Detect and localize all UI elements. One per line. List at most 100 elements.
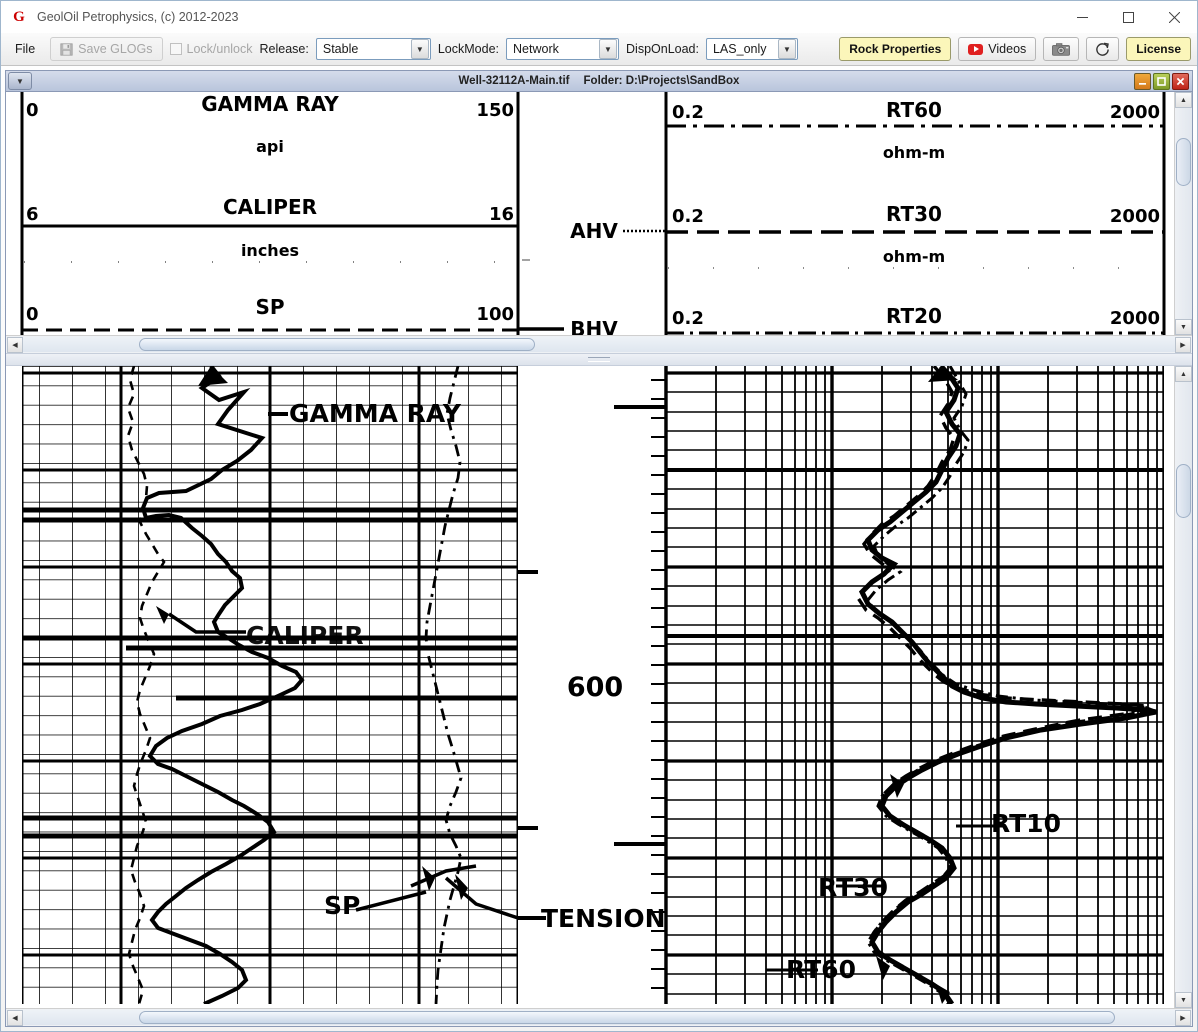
application-window: G GeolOil Petrophysics, (c) 2012-2023 Fi… xyxy=(0,0,1198,1032)
svg-text:ohm-m: ohm-m xyxy=(883,143,945,162)
window-title: GeolOil Petrophysics, (c) 2012-2023 xyxy=(37,10,239,24)
svg-text:2000: 2000 xyxy=(1110,308,1160,329)
annotation-rt60: RT60 xyxy=(786,955,856,984)
svg-text:AHV: AHV xyxy=(570,219,618,243)
scroll-track[interactable] xyxy=(1175,382,1192,992)
rock-properties-label: Rock Properties xyxy=(849,42,942,56)
lockmode-value: Network xyxy=(513,42,559,56)
scroll-thumb[interactable] xyxy=(139,1011,1115,1024)
scroll-right-button[interactable]: ▶ xyxy=(1175,336,1191,353)
svg-text:ohm-m: ohm-m xyxy=(883,247,945,266)
svg-text:0: 0 xyxy=(26,100,39,121)
release-label: Release: xyxy=(259,42,309,56)
scroll-thumb[interactable] xyxy=(1176,464,1191,518)
log-curve-graphic: GAMMA RAY CALIPER SP 600 TENSION RT10 RT… xyxy=(6,366,1169,1004)
screenshot-button[interactable] xyxy=(1043,37,1080,61)
annotation-rt10: RT10 xyxy=(991,809,1061,838)
mdi-body: 0 GAMMA RAY 150 api 6 CALIPER 16 inches … xyxy=(5,92,1193,1027)
annotation-tension: TENSION xyxy=(541,904,666,933)
svg-text:100: 100 xyxy=(476,304,514,325)
log-vertical-scrollbar[interactable]: ▲ ▼ xyxy=(1174,366,1192,1008)
svg-text:150: 150 xyxy=(476,100,514,121)
lock-unlock-label: Lock/unlock xyxy=(186,42,253,56)
svg-text:6: 6 xyxy=(26,204,39,225)
checkbox-box xyxy=(169,43,182,55)
release-dropdown[interactable]: Stable ▼ xyxy=(315,38,431,60)
svg-text:0.2: 0.2 xyxy=(672,308,704,329)
svg-text:RT30: RT30 xyxy=(886,202,942,226)
header-vertical-scrollbar[interactable]: ▲ ▼ xyxy=(1174,92,1192,335)
save-glogs-button[interactable]: Save GLOGs xyxy=(50,37,163,61)
log-curve-canvas[interactable]: GAMMA RAY CALIPER SP 600 TENSION RT10 RT… xyxy=(6,366,1174,1008)
mdi-maximize-button[interactable] xyxy=(1153,73,1170,90)
scroll-left-button[interactable]: ◀ xyxy=(7,336,23,353)
log-header-canvas[interactable]: 0 GAMMA RAY 150 api 6 CALIPER 16 inches … xyxy=(6,92,1174,335)
svg-text:0: 0 xyxy=(26,304,39,325)
lock-unlock-checkbox[interactable]: Lock/unlock xyxy=(169,42,253,56)
rock-properties-button[interactable]: Rock Properties xyxy=(839,37,952,61)
svg-text:BHV: BHV xyxy=(570,317,618,335)
scroll-up-button[interactable]: ▲ xyxy=(1175,366,1192,382)
scroll-down-button[interactable]: ▼ xyxy=(1175,319,1192,335)
window-minimize-button[interactable] xyxy=(1059,1,1105,33)
svg-text:GAMMA RAY: GAMMA RAY xyxy=(201,92,339,116)
youtube-play-icon xyxy=(968,43,984,55)
menu-file[interactable]: File xyxy=(7,40,43,58)
svg-text:2000: 2000 xyxy=(1110,102,1160,123)
refresh-icon xyxy=(1095,42,1110,57)
mdi-file-name: Well-32112A-Main.tif xyxy=(458,75,570,87)
scroll-right-button[interactable]: ▶ xyxy=(1175,1009,1191,1026)
svg-text:0.2: 0.2 xyxy=(672,102,704,123)
log-curve-pane: GAMMA RAY CALIPER SP 600 TENSION RT10 RT… xyxy=(6,366,1192,1008)
svg-text:CALIPER: CALIPER xyxy=(223,195,317,219)
scroll-thumb[interactable] xyxy=(1176,138,1191,186)
license-button[interactable]: License xyxy=(1126,37,1191,61)
svg-text:api: api xyxy=(256,137,284,156)
annotation-caliper: CALIPER xyxy=(246,621,364,650)
floppy-disk-icon xyxy=(60,42,73,56)
window-titlebar: G GeolOil Petrophysics, (c) 2012-2023 xyxy=(1,1,1197,33)
chevron-down-icon[interactable]: ▼ xyxy=(410,39,429,59)
chevron-down-icon[interactable]: ▼ xyxy=(599,39,618,59)
release-value: Stable xyxy=(322,42,359,56)
annotation-sp: SP xyxy=(324,891,360,920)
disponload-value: LAS_only xyxy=(712,42,767,56)
scroll-up-button[interactable]: ▲ xyxy=(1175,92,1192,108)
scroll-down-button[interactable]: ▼ xyxy=(1175,992,1192,1008)
lockmode-label: LockMode: xyxy=(437,42,500,56)
mdi-window-controls xyxy=(1134,73,1189,90)
mdi-close-button[interactable] xyxy=(1172,73,1189,90)
svg-text:inches: inches xyxy=(241,241,299,260)
log-horizontal-scrollbar[interactable]: ◀ ▶ xyxy=(6,1008,1192,1026)
mdi-titlebar: ▼ Well-32112A-Main.tif Folder: D:\Project… xyxy=(5,70,1193,92)
disponload-dropdown[interactable]: LAS_only ▼ xyxy=(705,38,798,60)
window-close-button[interactable] xyxy=(1151,1,1197,33)
videos-button[interactable]: Videos xyxy=(958,37,1037,61)
main-toolbar: File Save GLOGs Lock/unlock Release: Sta… xyxy=(1,33,1197,66)
scroll-thumb[interactable] xyxy=(139,338,535,351)
window-controls xyxy=(1059,1,1197,33)
scroll-track[interactable] xyxy=(23,1010,1175,1025)
refresh-button[interactable] xyxy=(1086,37,1120,61)
svg-text:16: 16 xyxy=(489,204,514,225)
chevron-down-icon[interactable]: ▼ xyxy=(777,39,796,59)
svg-text:SP: SP xyxy=(255,295,284,319)
mdi-title-text: Well-32112A-Main.tif Folder: D:\Projects\… xyxy=(6,75,1192,87)
mdi-folder-path: Folder: D:\Projects\SandBox xyxy=(583,75,740,87)
svg-text:0.2: 0.2 xyxy=(672,206,704,227)
videos-label: Videos xyxy=(988,42,1027,56)
header-horizontal-scrollbar[interactable]: ◀ ▶ xyxy=(6,335,1192,353)
window-maximize-button[interactable] xyxy=(1105,1,1151,33)
splitter-grip xyxy=(588,357,610,362)
scroll-track[interactable] xyxy=(1175,108,1192,319)
mdi-menu-button[interactable]: ▼ xyxy=(8,72,32,90)
mdi-minimize-button[interactable] xyxy=(1134,73,1151,90)
pane-splitter[interactable] xyxy=(6,353,1192,366)
lockmode-dropdown[interactable]: Network ▼ xyxy=(506,38,620,60)
scroll-left-button[interactable]: ◀ xyxy=(7,1009,23,1026)
log-header-pane: 0 GAMMA RAY 150 api 6 CALIPER 16 inches … xyxy=(6,92,1192,335)
annotation-depth-600: 600 xyxy=(567,672,623,703)
annotation-rt30: RT30 xyxy=(818,873,888,902)
scroll-track[interactable] xyxy=(23,337,1175,352)
camera-icon xyxy=(1052,42,1071,56)
